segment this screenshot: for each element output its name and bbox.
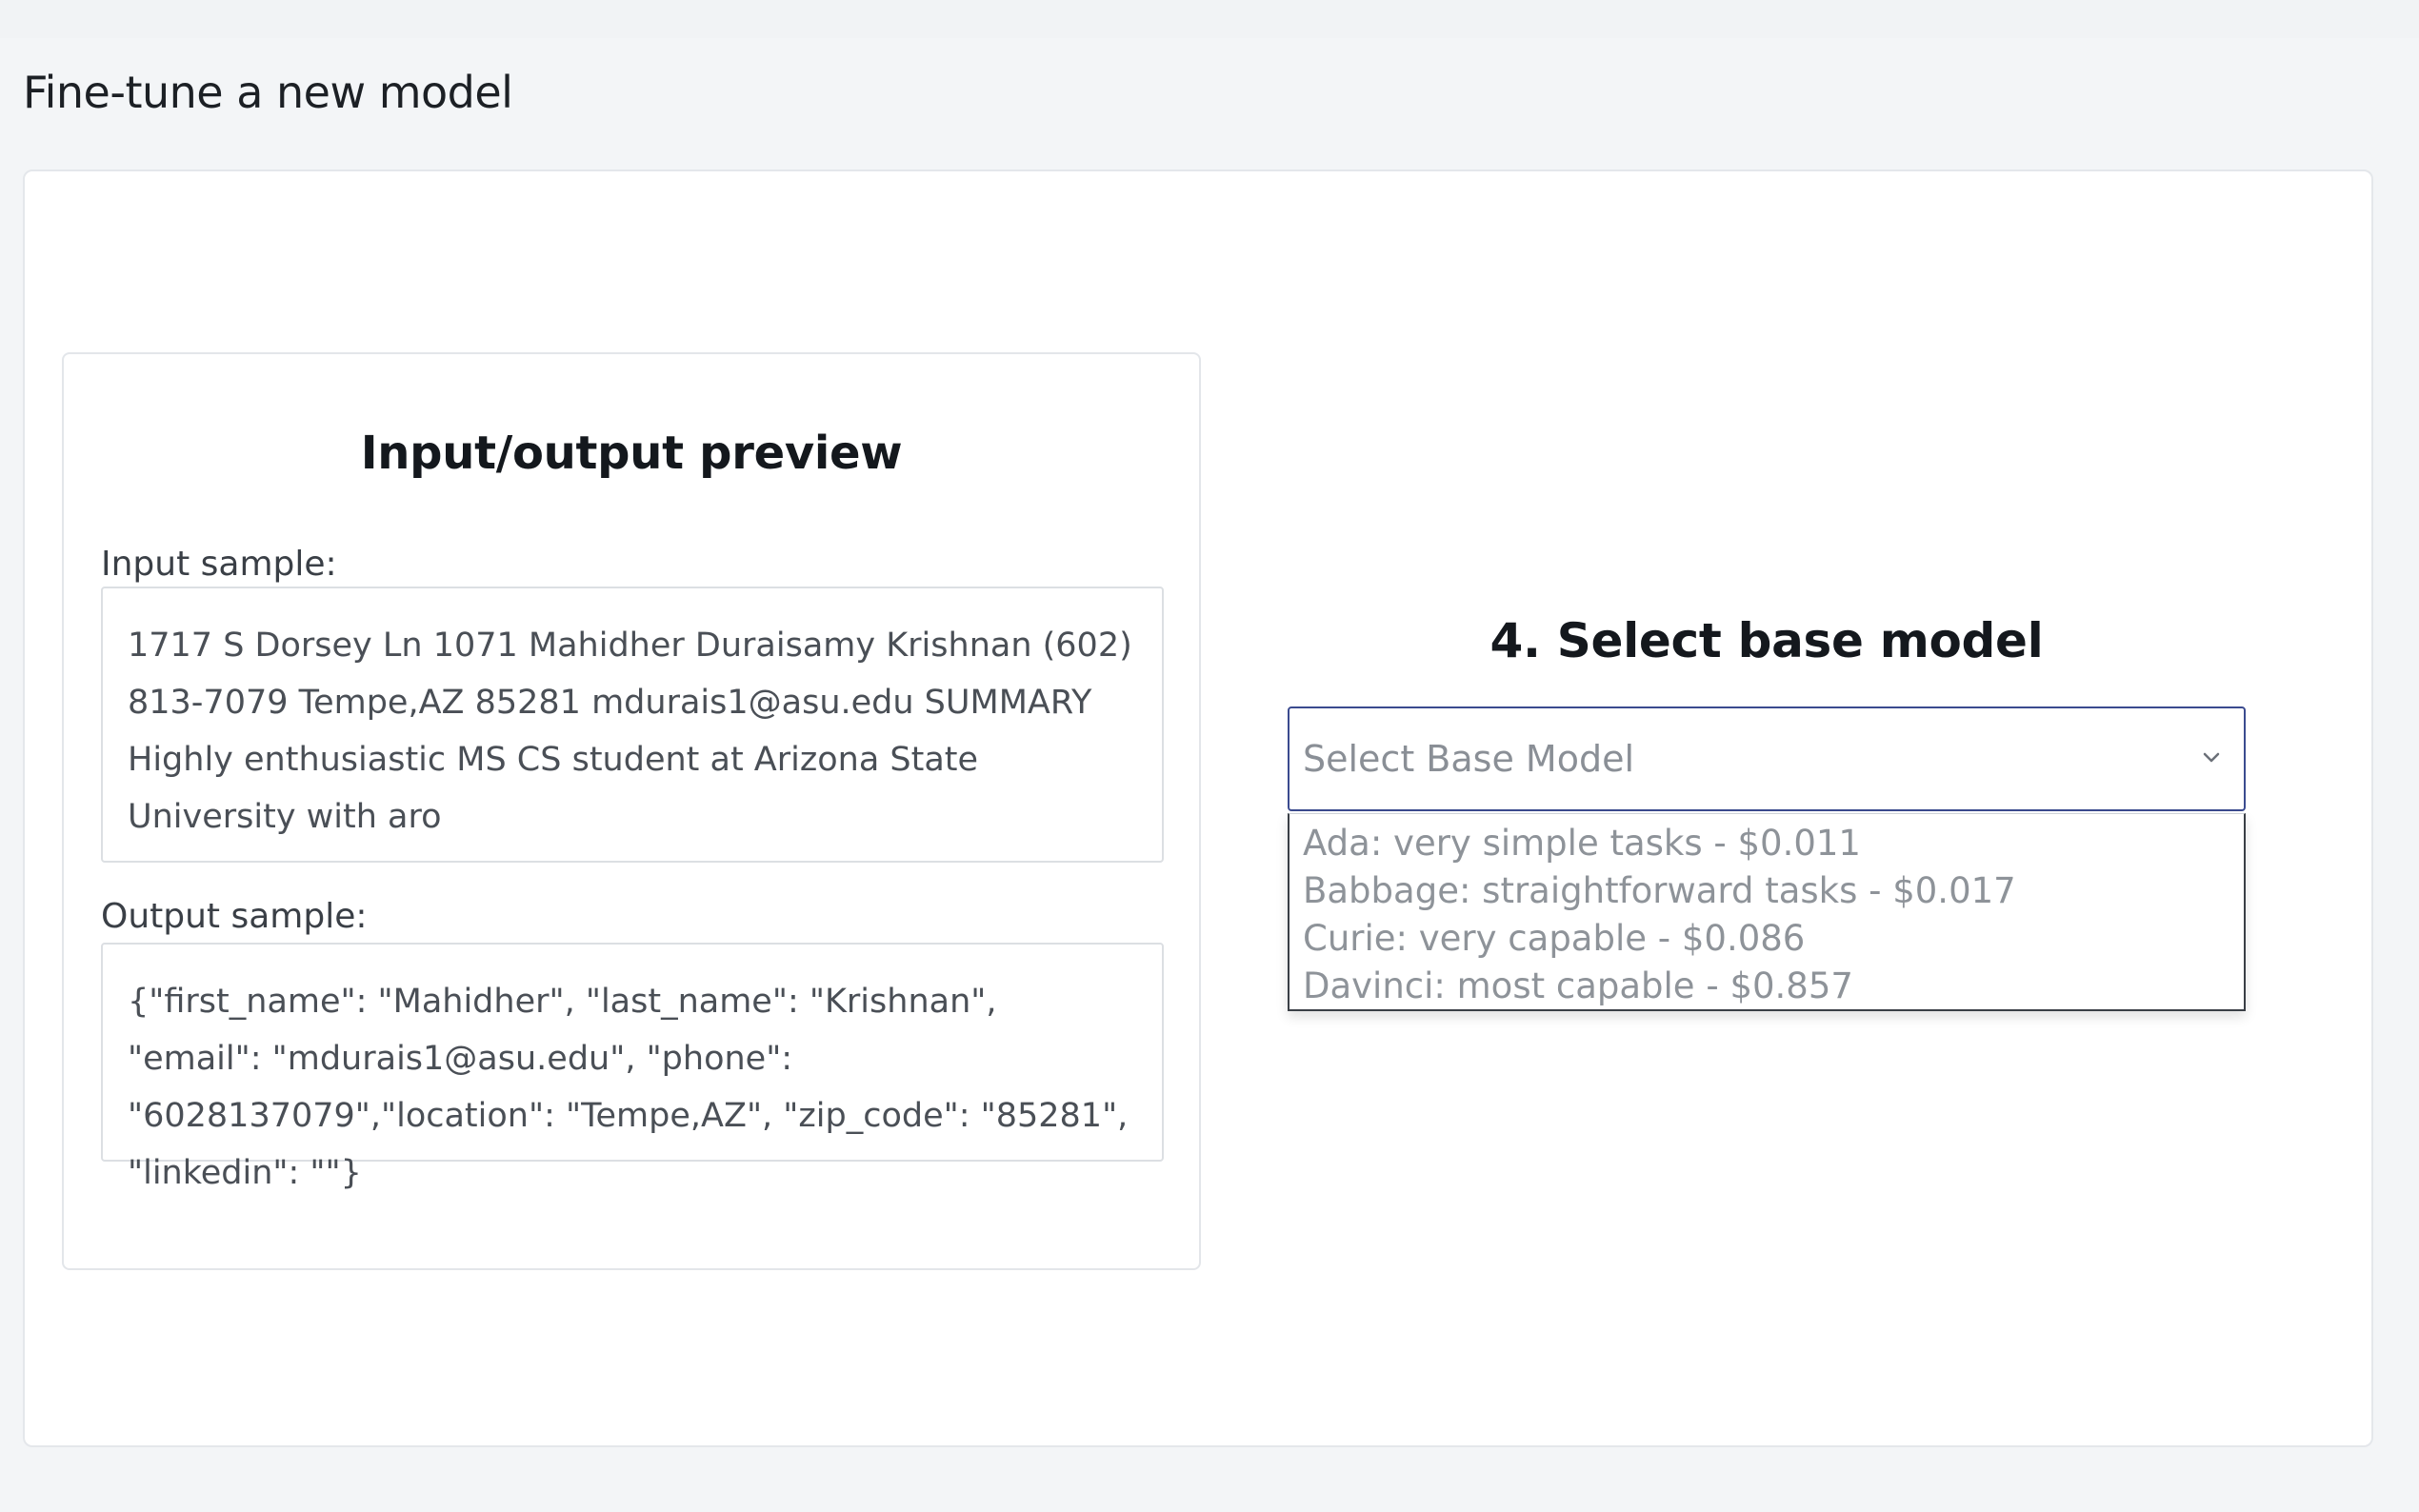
base-model-dropdown: Ada: very simple tasks - $0.011 Babbage:… bbox=[1288, 813, 2246, 1011]
output-sample-label: Output sample: bbox=[101, 897, 368, 936]
option-babbage[interactable]: Babbage: straightforward tasks - $0.017 bbox=[1289, 867, 2244, 915]
io-preview-card: Input/output preview Input sample: 1717 … bbox=[62, 352, 1201, 1270]
base-model-select[interactable]: Select Base Model bbox=[1288, 706, 2246, 811]
option-ada[interactable]: Ada: very simple tasks - $0.011 bbox=[1289, 820, 2244, 867]
input-sample-label: Input sample: bbox=[101, 545, 337, 584]
output-sample-box: {"first_name": "Mahidher", "last_name": … bbox=[101, 943, 1164, 1192]
select-base-model-title: 4. Select base model bbox=[1489, 613, 2044, 668]
option-curie[interactable]: Curie: very capable - $0.086 bbox=[1289, 915, 2244, 963]
input-sample-box: 1717 S Dorsey Ln 1071 Mahidher Duraisamy… bbox=[101, 587, 1164, 863]
base-model-placeholder: Select Base Model bbox=[1303, 738, 1635, 780]
top-strip bbox=[0, 0, 2419, 38]
option-davinci[interactable]: Davinci: most capable - $0.857 bbox=[1289, 963, 2244, 1010]
page-title: Fine-tune a new model bbox=[23, 67, 513, 118]
chevron-down-icon bbox=[2203, 752, 2220, 763]
preview-title: Input/output preview bbox=[360, 427, 903, 480]
